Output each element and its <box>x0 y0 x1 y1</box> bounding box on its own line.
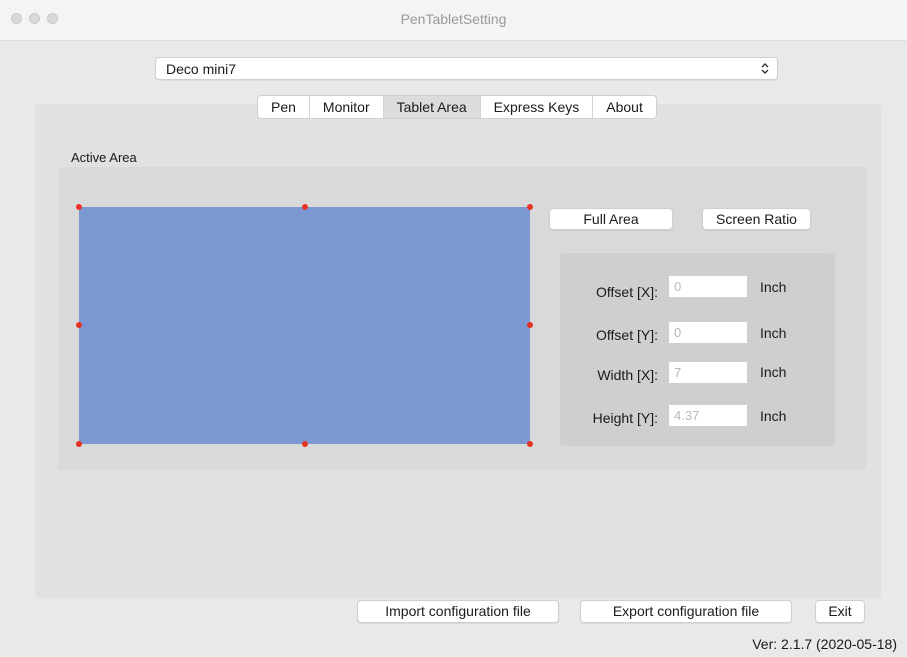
width-x-unit: Inch <box>760 364 787 380</box>
exit-button[interactable]: Exit <box>815 600 865 623</box>
width-x-field[interactable]: 7 <box>668 361 748 384</box>
tab-tablet-area[interactable]: Tablet Area <box>383 96 481 118</box>
offset-x-label: Offset [X]: <box>596 284 658 300</box>
window-title: PenTabletSetting <box>400 11 507 27</box>
tab-pen[interactable]: Pen <box>258 96 310 118</box>
resize-handle-right[interactable] <box>527 322 533 328</box>
height-y-label: Height [Y]: <box>592 410 658 426</box>
offset-x-unit: Inch <box>760 279 787 295</box>
resize-handle-bottom-left[interactable] <box>76 441 82 447</box>
tab-bar: Pen Monitor Tablet Area Express Keys Abo… <box>257 95 657 119</box>
chevron-updown-icon <box>761 63 769 74</box>
device-select[interactable]: Deco mini7 <box>155 57 778 80</box>
tab-monitor[interactable]: Monitor <box>310 96 384 118</box>
import-config-button[interactable]: Import configuration file <box>357 600 559 623</box>
tab-express-keys[interactable]: Express Keys <box>481 96 594 118</box>
export-config-button[interactable]: Export configuration file <box>580 600 792 623</box>
offset-y-label: Offset [Y]: <box>596 327 658 343</box>
offset-y-field[interactable]: 0 <box>668 321 748 344</box>
settings-window: PenTabletSetting Deco mini7 Pen Monitor … <box>0 0 907 657</box>
version-label: Ver: 2.1.7 (2020-05-18) <box>752 636 897 652</box>
full-area-button[interactable]: Full Area <box>549 208 673 230</box>
resize-handle-top-left[interactable] <box>76 204 82 210</box>
resize-handle-top-right[interactable] <box>527 204 533 210</box>
height-y-field[interactable]: 4.37 <box>668 404 748 427</box>
tab-about[interactable]: About <box>593 96 656 118</box>
device-select-value: Deco mini7 <box>166 61 237 77</box>
resize-handle-top[interactable] <box>302 204 308 210</box>
offset-x-field[interactable]: 0 <box>668 275 748 298</box>
offset-y-unit: Inch <box>760 325 787 341</box>
resize-handle-left[interactable] <box>76 322 82 328</box>
height-y-unit: Inch <box>760 408 787 424</box>
active-area-rectangle[interactable] <box>79 207 530 444</box>
resize-handle-bottom-right[interactable] <box>527 441 533 447</box>
active-area-label: Active Area <box>71 150 137 165</box>
screen-ratio-button[interactable]: Screen Ratio <box>702 208 811 230</box>
resize-handle-bottom[interactable] <box>302 441 308 447</box>
title-bar: PenTabletSetting <box>0 0 907 41</box>
width-x-label: Width [X]: <box>597 367 658 383</box>
